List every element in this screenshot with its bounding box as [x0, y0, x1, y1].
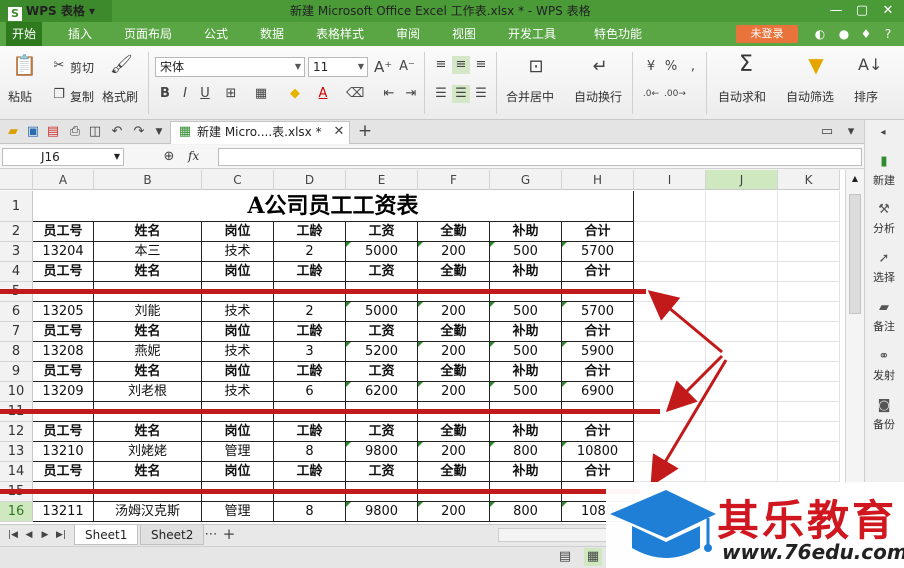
annotation-arrow	[647, 290, 723, 354]
annotation-arrow	[650, 359, 728, 487]
watermark-url: www.76edu.com	[722, 540, 904, 564]
watermark-name: 其乐教育	[717, 496, 898, 545]
graduation-cap-icon	[610, 490, 716, 558]
